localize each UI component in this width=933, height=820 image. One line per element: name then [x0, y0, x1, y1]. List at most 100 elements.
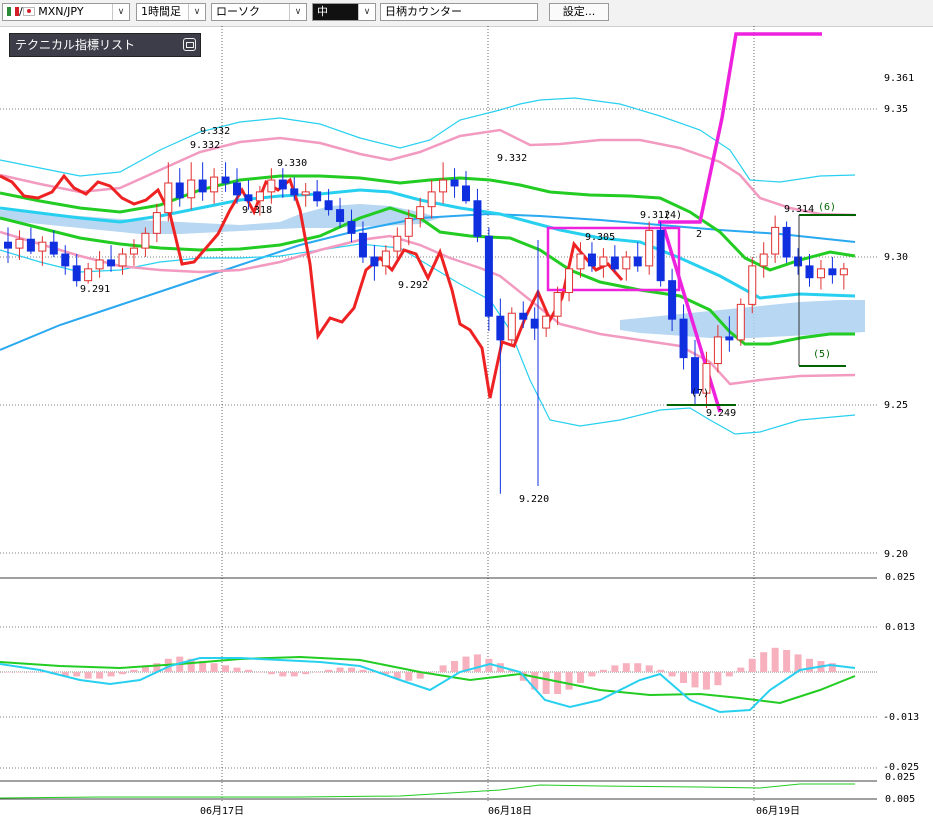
currency-pair-select[interactable]: / MXN/JPY ∨ [2, 3, 130, 21]
chart-type-select[interactable]: ローソク ∨ [211, 3, 307, 21]
bearish-candle [656, 229, 665, 282]
macd-histogram-bar [737, 667, 745, 672]
bullish-candle [164, 182, 173, 214]
bullish-candle [187, 179, 196, 199]
macd-histogram-bar [577, 672, 584, 683]
macd-axis-label: 0.025 [885, 572, 915, 583]
bullish-candle [152, 212, 161, 234]
bullish-candle [622, 256, 631, 270]
macd-histogram-bar [222, 665, 230, 672]
bearish-candle [370, 256, 379, 267]
macd-histogram-bar [210, 663, 218, 672]
bullish-candle [816, 268, 825, 279]
macd-histogram-bar [4, 672, 12, 673]
count-label: 2 [696, 229, 702, 240]
bearish-candle [72, 265, 81, 282]
macd-histogram-bar [313, 672, 321, 673]
bullish-candle [118, 253, 127, 267]
macd-histogram-bar [634, 663, 642, 672]
bearish-candle [313, 191, 322, 202]
count-label: (4) [664, 210, 682, 221]
timeframe-select[interactable]: 1時間足 ∨ [136, 3, 206, 21]
bearish-candle [290, 188, 299, 196]
size-select[interactable]: 中 ∨ [312, 3, 376, 21]
bullish-candle [645, 229, 654, 267]
settings-button[interactable]: 設定... [549, 3, 609, 21]
bullish-candle [38, 241, 47, 252]
macd-histogram-bar [565, 672, 573, 690]
macd-line [0, 657, 856, 714]
bullish-candle [713, 336, 722, 365]
bearish-candle [782, 226, 791, 258]
date-axis-label: 06月18日 [488, 805, 532, 817]
bullish-candle [759, 253, 768, 267]
bullish-candle [255, 191, 264, 202]
bearish-candle [679, 318, 688, 359]
macd-axis-label: 0.013 [885, 622, 915, 633]
bearish-candle [233, 182, 241, 196]
bullish-candle [507, 312, 516, 341]
macd-histogram-bar [680, 672, 688, 683]
low-label: 9.220 [519, 494, 549, 505]
bullish-candle [95, 259, 104, 270]
bullish-candle [267, 179, 276, 193]
toolbar: / MXN/JPY ∨ 1時間足 ∨ ローソク ∨ 中 ∨ 日柄カウンター 設定… [0, 0, 933, 27]
macd-histogram-bar [359, 669, 367, 672]
low-label: 9.291 [80, 284, 110, 295]
macd-histogram-bar [336, 667, 344, 672]
bollinger-lower-pink [0, 230, 856, 386]
count-label: (6) [818, 202, 836, 213]
macd-histogram-bar [599, 669, 607, 672]
price-axis-label: 9.20 [884, 549, 908, 560]
macd-histogram-bar [473, 654, 481, 672]
bullish-candle [599, 256, 608, 267]
bearish-candle [828, 268, 837, 276]
low-label: 9.292 [398, 280, 428, 291]
restore-window-icon[interactable] [183, 38, 196, 51]
bullish-candle [736, 303, 745, 341]
date-axis-label: 06月17日 [200, 805, 244, 817]
count-label: (5) [813, 349, 831, 360]
chevron-down-icon: ∨ [358, 4, 375, 20]
counter-field[interactable]: 日柄カウンター [380, 3, 538, 21]
counter-label: 日柄カウンター [385, 5, 462, 18]
low-label: 9.249 [706, 408, 736, 419]
macd-histogram-bar [15, 672, 23, 673]
macd-histogram-bar [256, 672, 264, 673]
macd-axis-label: -0.013 [883, 712, 919, 723]
bearish-candle [278, 179, 287, 190]
macd-histogram-bar [702, 672, 710, 690]
sub-indicator-line [0, 783, 855, 799]
macd-histogram-bar [657, 669, 665, 672]
high-label: 9.305 [585, 232, 615, 243]
chevron-down-icon: ∨ [188, 4, 205, 20]
high-label: 9.332 [497, 153, 527, 164]
high-label: 9.332 [190, 140, 220, 151]
bullish-candle [416, 206, 425, 220]
price-chart[interactable]: 9.332 9.332 9.330 9.318 9.332 9.305 9.31… [0, 26, 933, 820]
pattern-line-magenta [658, 32, 822, 224]
bearish-candle [805, 265, 814, 279]
bullish-candle [84, 268, 93, 282]
bullish-candle [141, 232, 150, 249]
size-label: 中 [317, 5, 328, 18]
bearish-candle [610, 256, 619, 270]
chevron-down-icon: ∨ [289, 4, 306, 20]
macd-histogram-bar [244, 669, 252, 672]
mexico-flag-icon [7, 7, 19, 16]
sub-axis-label: 0.025 [885, 772, 915, 783]
macd-histogram-bar [73, 672, 81, 677]
high-label: 9.330 [277, 158, 307, 169]
bullish-candle [748, 265, 757, 305]
bearish-candle [49, 241, 58, 255]
price-axis-label: 9.30 [884, 252, 908, 263]
indicator-list-panel[interactable]: テクニカル指標リスト [9, 33, 201, 57]
date-axis-label: 06月19日 [756, 805, 800, 817]
macd-histogram-bar [611, 665, 619, 672]
macd-histogram-bar [645, 665, 653, 672]
bearish-candle [347, 220, 356, 234]
macd-histogram-bar [428, 672, 436, 673]
bullish-candle [404, 218, 413, 237]
bearish-candle [244, 194, 253, 202]
bearish-candle [519, 312, 528, 320]
